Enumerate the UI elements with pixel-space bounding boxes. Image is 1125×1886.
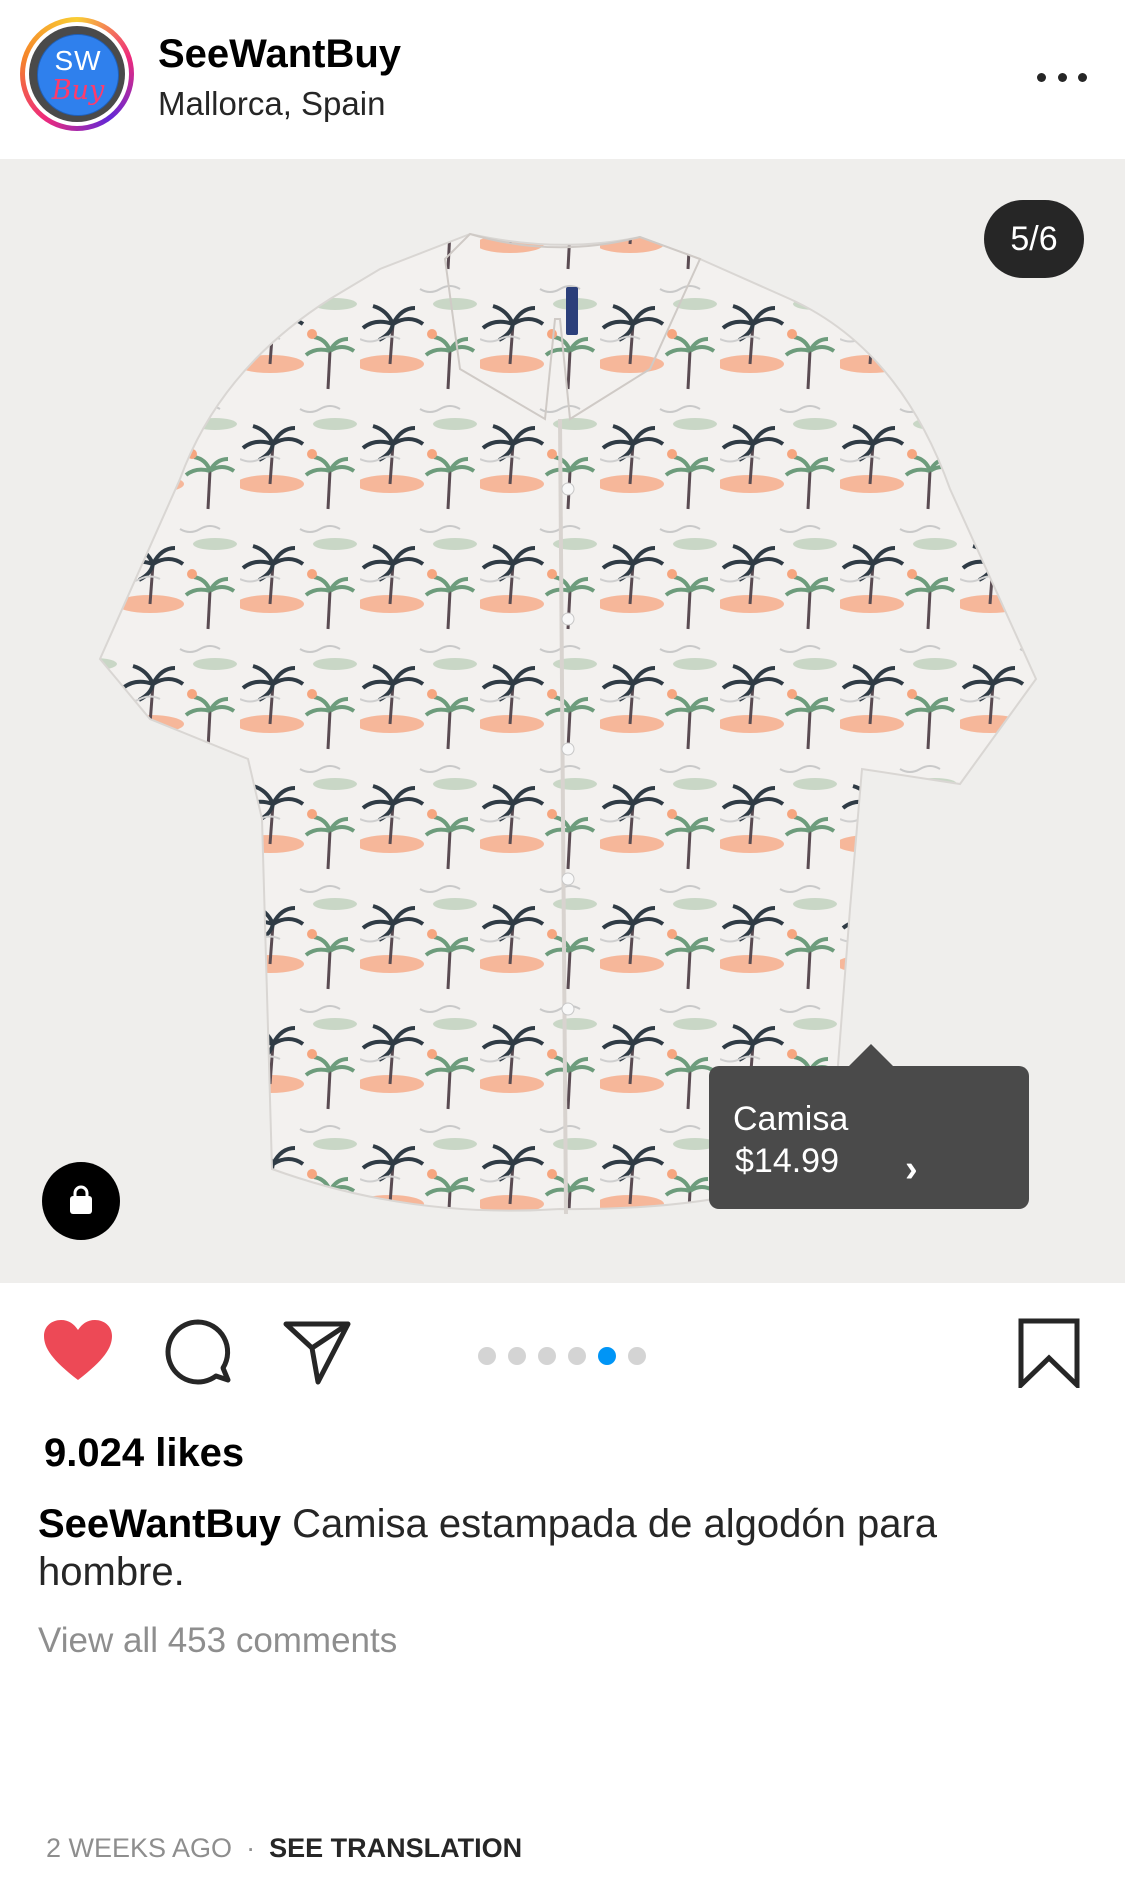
carousel-dot [538,1347,556,1365]
product-name: Camisa [733,1100,849,1138]
avatar[interactable]: SW Buy [20,17,134,131]
product-tag[interactable]: Camisa $14.99 › [709,1044,1029,1209]
product-price: $14.99 [735,1142,839,1180]
view-comments-link[interactable]: View all 453 comments [38,1621,397,1661]
logo-text-buy: Buy [51,75,105,106]
carousel-indicator [478,1347,646,1365]
timestamp: 2 WEEKS AGO [46,1833,233,1863]
post-footer: 2 WEEKS AGO · SEE TRANSLATION [46,1833,522,1864]
chevron-right-icon: › [905,1148,918,1190]
logo-text-sw: SW [54,45,102,76]
separator: · [246,1833,256,1863]
caption: SeeWantBuy Camisa estampada de algodón p… [38,1500,1078,1596]
carousel-dot-active [598,1347,616,1365]
carousel-dot [508,1347,526,1365]
username[interactable]: SeeWantBuy [158,32,401,77]
shopping-bag-icon[interactable] [42,1162,120,1240]
carousel-dot [628,1347,646,1365]
carousel-dot [478,1347,496,1365]
bookmark-icon[interactable] [1018,1318,1080,1393]
comment-icon[interactable] [164,1318,232,1391]
share-icon[interactable] [282,1318,352,1391]
likes-count[interactable]: 9.024 likes [44,1431,244,1476]
location[interactable]: Mallorca, Spain [158,85,385,123]
caption-username[interactable]: SeeWantBuy [38,1502,281,1546]
more-icon[interactable] [1037,62,1087,92]
see-translation-link[interactable]: SEE TRANSLATION [269,1833,522,1863]
carousel-counter: 5/6 [984,200,1084,278]
heart-icon[interactable] [42,1318,114,1387]
carousel-dot [568,1347,586,1365]
